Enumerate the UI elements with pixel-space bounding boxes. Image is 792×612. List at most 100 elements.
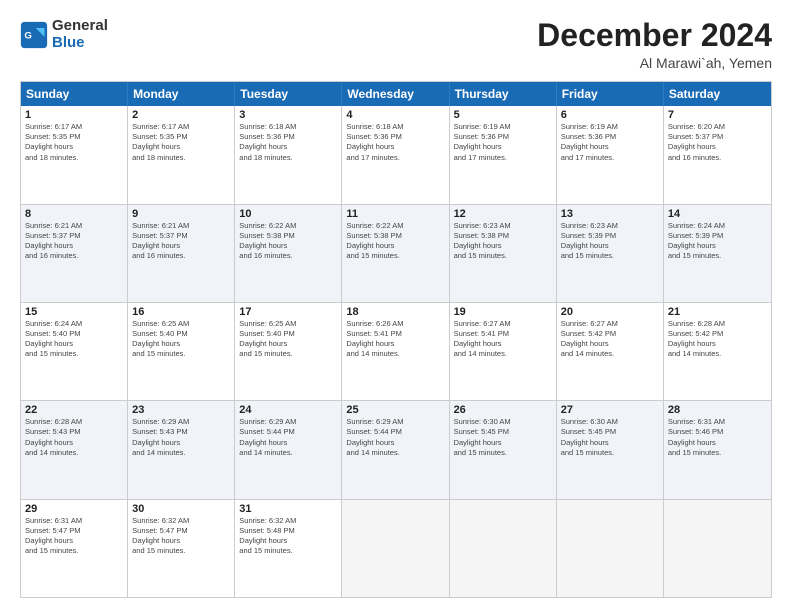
day-info: Sunrise: 6:24 AMSunset: 5:40 PMDaylight …	[25, 319, 123, 360]
day-info: Sunrise: 6:29 AMSunset: 5:43 PMDaylight …	[132, 417, 230, 458]
day-number: 23	[132, 404, 230, 416]
logo-general-text: General	[52, 18, 108, 35]
day-cell-13: 13Sunrise: 6:23 AMSunset: 5:39 PMDayligh…	[557, 205, 664, 302]
day-number: 30	[132, 503, 230, 515]
calendar-body: 1Sunrise: 6:17 AMSunset: 5:35 PMDaylight…	[21, 106, 771, 597]
day-cell-29: 29Sunrise: 6:31 AMSunset: 5:47 PMDayligh…	[21, 500, 128, 597]
day-number: 2	[132, 109, 230, 121]
header-day-wednesday: Wednesday	[342, 82, 449, 106]
day-number: 27	[561, 404, 659, 416]
logo-icon: G	[20, 21, 48, 49]
day-number: 6	[561, 109, 659, 121]
day-info: Sunrise: 6:31 AMSunset: 5:47 PMDaylight …	[25, 516, 123, 557]
day-info: Sunrise: 6:29 AMSunset: 5:44 PMDaylight …	[346, 417, 444, 458]
day-info: Sunrise: 6:17 AMSunset: 5:35 PMDaylight …	[132, 122, 230, 163]
calendar-row-3: 15Sunrise: 6:24 AMSunset: 5:40 PMDayligh…	[21, 302, 771, 400]
day-info: Sunrise: 6:18 AMSunset: 5:36 PMDaylight …	[239, 122, 337, 163]
header: G General Blue December 2024 Al Marawi`a…	[20, 18, 772, 71]
day-cell-24: 24Sunrise: 6:29 AMSunset: 5:44 PMDayligh…	[235, 401, 342, 498]
calendar: SundayMondayTuesdayWednesdayThursdayFrid…	[20, 81, 772, 598]
day-number: 14	[668, 208, 767, 220]
day-number: 26	[454, 404, 552, 416]
day-info: Sunrise: 6:31 AMSunset: 5:46 PMDaylight …	[668, 417, 767, 458]
empty-cell	[450, 500, 557, 597]
day-cell-14: 14Sunrise: 6:24 AMSunset: 5:39 PMDayligh…	[664, 205, 771, 302]
day-number: 21	[668, 306, 767, 318]
day-cell-3: 3Sunrise: 6:18 AMSunset: 5:36 PMDaylight…	[235, 106, 342, 203]
logo-text: General Blue	[52, 18, 108, 51]
day-info: Sunrise: 6:17 AMSunset: 5:35 PMDaylight …	[25, 122, 123, 163]
logo-blue-text: Blue	[52, 35, 108, 52]
day-number: 9	[132, 208, 230, 220]
day-info: Sunrise: 6:23 AMSunset: 5:39 PMDaylight …	[561, 221, 659, 262]
header-day-tuesday: Tuesday	[235, 82, 342, 106]
header-day-monday: Monday	[128, 82, 235, 106]
day-info: Sunrise: 6:19 AMSunset: 5:36 PMDaylight …	[561, 122, 659, 163]
day-info: Sunrise: 6:25 AMSunset: 5:40 PMDaylight …	[132, 319, 230, 360]
calendar-row-1: 1Sunrise: 6:17 AMSunset: 5:35 PMDaylight…	[21, 106, 771, 203]
day-cell-16: 16Sunrise: 6:25 AMSunset: 5:40 PMDayligh…	[128, 303, 235, 400]
calendar-row-5: 29Sunrise: 6:31 AMSunset: 5:47 PMDayligh…	[21, 499, 771, 597]
day-info: Sunrise: 6:27 AMSunset: 5:41 PMDaylight …	[454, 319, 552, 360]
day-number: 24	[239, 404, 337, 416]
day-cell-15: 15Sunrise: 6:24 AMSunset: 5:40 PMDayligh…	[21, 303, 128, 400]
day-cell-20: 20Sunrise: 6:27 AMSunset: 5:42 PMDayligh…	[557, 303, 664, 400]
day-cell-8: 8Sunrise: 6:21 AMSunset: 5:37 PMDaylight…	[21, 205, 128, 302]
empty-cell	[557, 500, 664, 597]
month-title: December 2024	[537, 18, 772, 53]
day-cell-21: 21Sunrise: 6:28 AMSunset: 5:42 PMDayligh…	[664, 303, 771, 400]
day-info: Sunrise: 6:28 AMSunset: 5:43 PMDaylight …	[25, 417, 123, 458]
svg-text:G: G	[24, 30, 31, 41]
day-cell-17: 17Sunrise: 6:25 AMSunset: 5:40 PMDayligh…	[235, 303, 342, 400]
day-cell-10: 10Sunrise: 6:22 AMSunset: 5:38 PMDayligh…	[235, 205, 342, 302]
day-number: 1	[25, 109, 123, 121]
day-number: 12	[454, 208, 552, 220]
day-number: 16	[132, 306, 230, 318]
day-cell-27: 27Sunrise: 6:30 AMSunset: 5:45 PMDayligh…	[557, 401, 664, 498]
day-cell-7: 7Sunrise: 6:20 AMSunset: 5:37 PMDaylight…	[664, 106, 771, 203]
day-number: 29	[25, 503, 123, 515]
day-info: Sunrise: 6:29 AMSunset: 5:44 PMDaylight …	[239, 417, 337, 458]
day-info: Sunrise: 6:19 AMSunset: 5:36 PMDaylight …	[454, 122, 552, 163]
day-cell-11: 11Sunrise: 6:22 AMSunset: 5:38 PMDayligh…	[342, 205, 449, 302]
day-cell-2: 2Sunrise: 6:17 AMSunset: 5:35 PMDaylight…	[128, 106, 235, 203]
day-cell-9: 9Sunrise: 6:21 AMSunset: 5:37 PMDaylight…	[128, 205, 235, 302]
day-cell-23: 23Sunrise: 6:29 AMSunset: 5:43 PMDayligh…	[128, 401, 235, 498]
location-subtitle: Al Marawi`ah, Yemen	[537, 55, 772, 71]
day-cell-26: 26Sunrise: 6:30 AMSunset: 5:45 PMDayligh…	[450, 401, 557, 498]
day-number: 22	[25, 404, 123, 416]
day-cell-1: 1Sunrise: 6:17 AMSunset: 5:35 PMDaylight…	[21, 106, 128, 203]
day-cell-22: 22Sunrise: 6:28 AMSunset: 5:43 PMDayligh…	[21, 401, 128, 498]
empty-cell	[342, 500, 449, 597]
day-info: Sunrise: 6:32 AMSunset: 5:48 PMDaylight …	[239, 516, 337, 557]
day-cell-30: 30Sunrise: 6:32 AMSunset: 5:47 PMDayligh…	[128, 500, 235, 597]
day-number: 10	[239, 208, 337, 220]
header-day-friday: Friday	[557, 82, 664, 106]
day-info: Sunrise: 6:21 AMSunset: 5:37 PMDaylight …	[25, 221, 123, 262]
day-number: 13	[561, 208, 659, 220]
day-cell-4: 4Sunrise: 6:18 AMSunset: 5:36 PMDaylight…	[342, 106, 449, 203]
day-number: 5	[454, 109, 552, 121]
day-info: Sunrise: 6:30 AMSunset: 5:45 PMDaylight …	[454, 417, 552, 458]
calendar-header: SundayMondayTuesdayWednesdayThursdayFrid…	[21, 82, 771, 106]
day-number: 17	[239, 306, 337, 318]
day-info: Sunrise: 6:21 AMSunset: 5:37 PMDaylight …	[132, 221, 230, 262]
day-cell-18: 18Sunrise: 6:26 AMSunset: 5:41 PMDayligh…	[342, 303, 449, 400]
day-number: 28	[668, 404, 767, 416]
calendar-row-4: 22Sunrise: 6:28 AMSunset: 5:43 PMDayligh…	[21, 400, 771, 498]
day-cell-28: 28Sunrise: 6:31 AMSunset: 5:46 PMDayligh…	[664, 401, 771, 498]
day-number: 11	[346, 208, 444, 220]
header-day-thursday: Thursday	[450, 82, 557, 106]
day-number: 15	[25, 306, 123, 318]
title-block: December 2024 Al Marawi`ah, Yemen	[537, 18, 772, 71]
day-number: 31	[239, 503, 337, 515]
day-cell-6: 6Sunrise: 6:19 AMSunset: 5:36 PMDaylight…	[557, 106, 664, 203]
calendar-row-2: 8Sunrise: 6:21 AMSunset: 5:37 PMDaylight…	[21, 204, 771, 302]
day-number: 3	[239, 109, 337, 121]
day-cell-19: 19Sunrise: 6:27 AMSunset: 5:41 PMDayligh…	[450, 303, 557, 400]
day-info: Sunrise: 6:22 AMSunset: 5:38 PMDaylight …	[239, 221, 337, 262]
day-info: Sunrise: 6:25 AMSunset: 5:40 PMDaylight …	[239, 319, 337, 360]
day-cell-31: 31Sunrise: 6:32 AMSunset: 5:48 PMDayligh…	[235, 500, 342, 597]
header-day-saturday: Saturday	[664, 82, 771, 106]
day-cell-5: 5Sunrise: 6:19 AMSunset: 5:36 PMDaylight…	[450, 106, 557, 203]
